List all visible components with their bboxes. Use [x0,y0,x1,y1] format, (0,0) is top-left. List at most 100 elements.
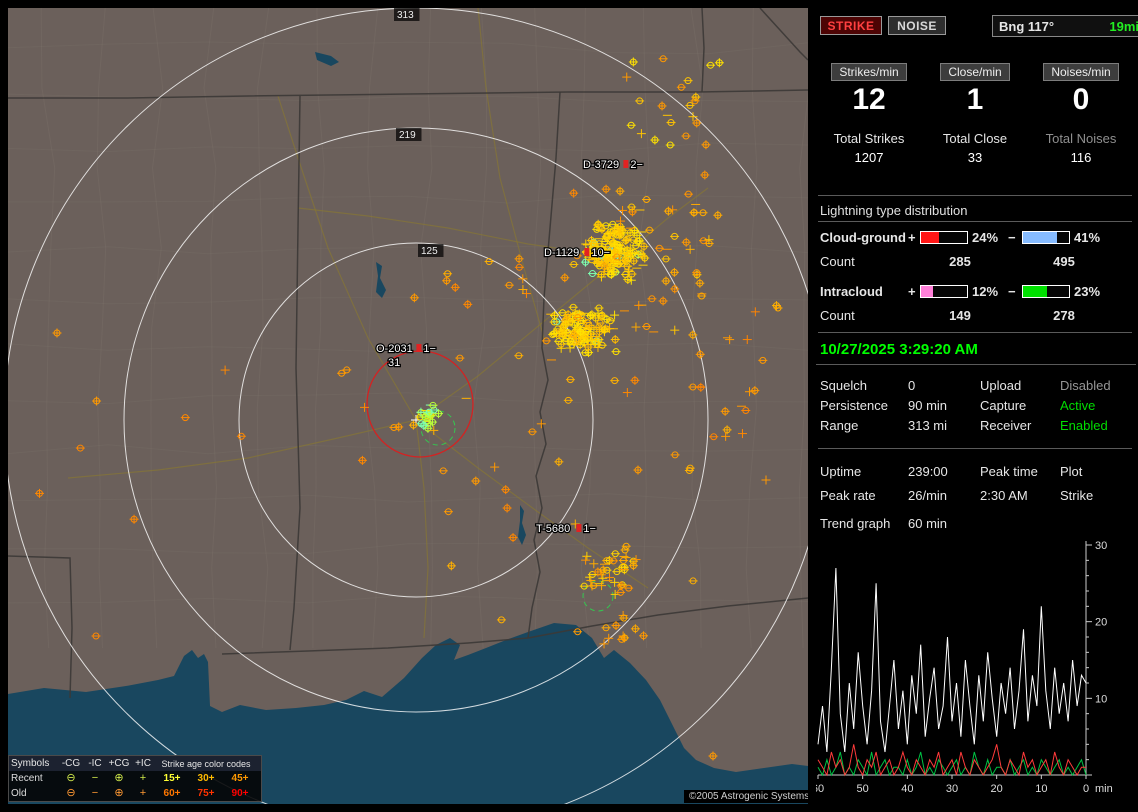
peak-rate-label: Peak rate [820,488,876,503]
ic-plus-count: 149 [908,308,1012,323]
svg-text:20: 20 [1095,617,1107,629]
datetime-display: 10/27/2025 3:29:20 AM [816,338,1136,365]
cg-plus-bar [920,231,968,244]
minus-sign-icon: − [1008,284,1016,299]
ic-count-row: Count 149 278 [816,308,1134,323]
neg-cg-icon: ⊖ [59,773,83,784]
svg-text:0: 0 [1083,783,1089,795]
svg-text:D-1129: D-1129 [544,247,579,259]
plus-sign-icon: + [908,284,916,299]
age-badge: 15+ [155,773,189,784]
cg-plus-count: 285 [908,254,1012,269]
total-label-close: Total Close [922,131,1028,146]
uptime-value: 239:00 [908,464,948,479]
trend-chart: 3020106050403020100min [816,536,1134,800]
range-label: Range [820,418,858,433]
intracloud-row: Intracloud + 12% − 23% [816,284,1134,299]
trend-label-row: Trend graph 60 min [816,516,1134,532]
svg-text:40: 40 [901,783,913,795]
settings-row: Range 313 mi Receiver Enabled [816,418,1134,434]
uptime-label: Uptime [820,464,861,479]
total-value-close: 33 [922,150,1028,165]
legend-row-0: Recent ⊖ − ⊕ + 15+ 30+ 45+ [9,771,261,786]
map-canvas[interactable]: 313219125D-37292−D-112910−O-20311−31T-56… [8,8,808,804]
svg-text:20: 20 [991,783,1003,795]
distribution-title: Lightning type distribution [818,203,1132,222]
svg-text:2−: 2− [630,159,643,171]
minus-sign-icon: − [1008,230,1016,245]
cg-minus-bar [1022,231,1070,244]
pos-cg-icon: ⊕ [107,788,131,799]
rate-value-noises: 0 [1028,83,1134,117]
capture-value: Active [1060,398,1095,413]
svg-text:50: 50 [857,783,869,795]
strike-button[interactable]: STRIKE [820,16,882,35]
svg-text:T-5680: T-5680 [536,523,570,535]
age-badge: 75+ [189,788,223,799]
rate-chip-strikes: Strikes/min [831,63,906,81]
bearing-distance: 19mi [1109,19,1138,34]
cg-count-row: Count 285 495 [816,254,1134,269]
plot-label: Plot [1060,464,1082,479]
bearing-label: Bng 117° [999,19,1054,34]
legend-row-label: Old [11,788,59,799]
total-label-strikes: Total Strikes [816,131,922,146]
trend-graph-label: Trend graph [820,516,890,531]
rate-chip-noises: Noises/min [1043,63,1118,81]
svg-text:O-2031: O-2031 [376,343,413,355]
peak-rate-value: 26/min [908,488,947,503]
legend-col-neg-cg: -CG [59,758,83,769]
svg-text:30: 30 [946,783,958,795]
lightning-map[interactable]: 313219125D-37292−D-112910−O-20311−31T-56… [8,8,808,804]
pos-ic-icon: + [131,788,155,799]
svg-text:1−: 1− [583,523,596,535]
svg-text:1−: 1− [423,343,436,355]
pos-cg-icon: ⊕ [107,773,131,784]
legend-header-row: Symbols -CG -IC +CG +IC Strike age color… [9,756,261,771]
svg-text:60: 60 [816,783,824,795]
capture-label: Capture [980,398,1026,413]
cg-count-label: Count [820,254,855,269]
legend-symbols-header: Symbols [11,758,59,769]
ic-minus-bar [1022,285,1070,298]
age-badge: 60+ [155,788,189,799]
bearing-readout: Bng 117° 19mi [992,15,1138,37]
upload-label: Upload [980,378,1021,393]
ic-minus-count: 278 [1012,308,1116,323]
settings-row: Squelch 0 Upload Disabled [816,378,1134,394]
stats-row: Peak rate 26/min 2:30 AM Strike [816,488,1134,504]
noise-button[interactable]: NOISE [888,16,946,35]
cg-minus-count: 495 [1012,254,1116,269]
svg-text:31: 31 [388,357,400,369]
age-badge: 30+ [189,773,223,784]
cloud-ground-row: Cloud-ground + 24% − 41% [816,230,1134,245]
legend-row-label: Recent [11,773,59,784]
svg-text:10: 10 [1035,783,1047,795]
ic-plus-bar [920,285,968,298]
svg-text:D-3729: D-3729 [583,159,619,171]
legend-age-header: Strike age color codes [155,759,257,769]
rate-chip-close: Close/min [940,63,1009,81]
neg-cg-icon: ⊖ [59,788,83,799]
cg-minus-pct: 41% [1074,230,1100,245]
peak-time-value: 2:30 AM [980,488,1028,503]
ic-plus-pct: 12% [972,284,998,299]
svg-text:30: 30 [1095,540,1107,552]
legend-col-pos-cg: +CG [107,758,131,769]
cloud-ground-label: Cloud-ground [820,230,906,245]
receiver-value: Enabled [1060,418,1108,433]
cg-plus-pct: 24% [972,230,998,245]
receiver-label: Receiver [980,418,1031,433]
side-panel: STRIKE NOISE Bng 117° 19mi Strikes/min C… [816,8,1134,804]
rate-value-close: 1 [922,83,1028,117]
ic-count-label: Count [820,308,855,323]
settings-row: Persistence 90 min Capture Active [816,398,1134,414]
upload-value: Disabled [1060,378,1111,393]
total-value-noises: 116 [1028,150,1134,165]
peak-time-label: Peak time [980,464,1038,479]
age-badge: 45+ [223,773,257,784]
total-value-strikes: 1207 [816,150,922,165]
legend-col-neg-ic: -IC [83,758,107,769]
copyright: ©2005 Astrogenic Systems [684,790,808,803]
legend-row-1: Old ⊖ − ⊕ + 60+ 75+ 90+ [9,786,261,801]
